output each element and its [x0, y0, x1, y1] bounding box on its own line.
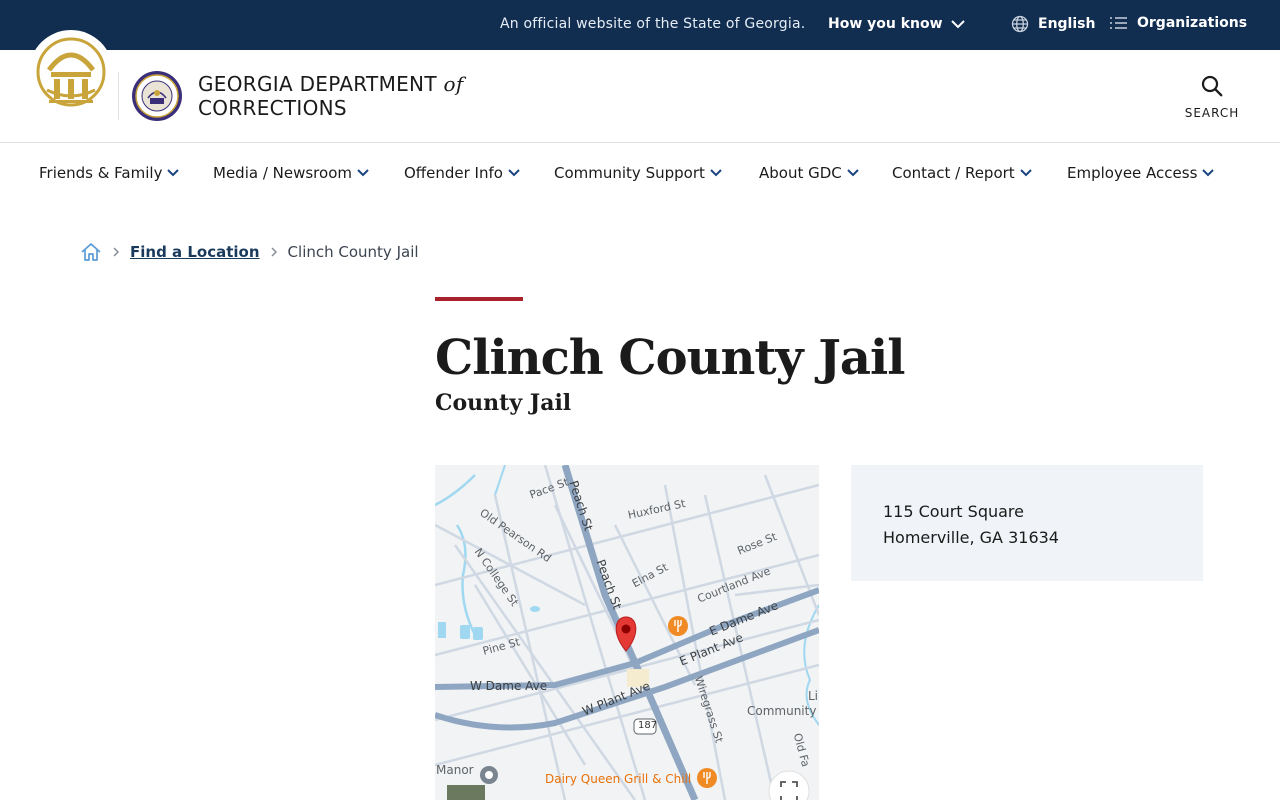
organizations-label: Organizations	[1137, 15, 1248, 31]
official-banner: An official website of the State of Geor…	[0, 0, 1280, 50]
how-you-know-label: How you know	[828, 16, 943, 32]
georgia-seal-logo[interactable]	[29, 30, 113, 114]
nav-item-label: Friends & Family	[39, 164, 163, 182]
list-icon	[1110, 17, 1127, 29]
chevron-down-icon	[710, 169, 722, 177]
nav-item-about-gdc[interactable]: About GDC	[759, 164, 859, 182]
map-label-li: Li	[808, 689, 819, 703]
nav-item-label: Community Support	[554, 164, 705, 182]
agency-name-line2: CORRECTIONS	[198, 96, 347, 120]
address-line2: Homerville, GA 31634	[883, 528, 1059, 547]
nav-item-label: About GDC	[759, 164, 842, 182]
map-label-manor: Manor	[436, 763, 474, 777]
chevron-down-icon	[508, 169, 520, 177]
agency-name[interactable]: GEORGIA DEPARTMENT of CORRECTIONS	[198, 72, 464, 120]
nav-item-community-support[interactable]: Community Support	[554, 164, 722, 182]
nav-item-offender-info[interactable]: Offender Info	[404, 164, 520, 182]
chevron-down-icon	[847, 169, 859, 177]
map-label-dairy-queen[interactable]: Dairy Queen Grill & Chill	[545, 772, 691, 786]
location-map[interactable]: Pace St Peach St Peach St Huxford St Old…	[435, 465, 819, 800]
search-button[interactable]: SEARCH	[1180, 74, 1244, 120]
agency-name-line1: GEORGIA DEPARTMENT	[198, 72, 437, 96]
nav-item-contact-report[interactable]: Contact / Report	[892, 164, 1032, 182]
nav-item-label: Offender Info	[404, 164, 503, 182]
breadcrumb-find-location-link[interactable]: Find a Location	[130, 243, 260, 261]
search-icon	[1201, 75, 1223, 97]
globe-icon	[1011, 15, 1029, 33]
nav-item-label: Contact / Report	[892, 164, 1015, 182]
main-navigation: Friends & Family Media / Newsroom Offend…	[0, 143, 1280, 205]
language-label: English	[1038, 16, 1096, 32]
chevron-right-icon	[113, 247, 120, 257]
official-website-text: An official website of the State of Geor…	[500, 16, 806, 32]
chevron-right-icon	[271, 247, 277, 257]
chevron-down-icon	[167, 169, 180, 177]
title-accent-bar	[435, 297, 523, 301]
chevron-down-icon	[1019, 169, 1032, 177]
nav-item-employee-access[interactable]: Employee Access	[1067, 164, 1215, 182]
chevron-down-icon	[1202, 169, 1215, 177]
nav-item-media-newsroom[interactable]: Media / Newsroom	[213, 164, 369, 182]
search-label: SEARCH	[1184, 106, 1240, 120]
how-you-know-button[interactable]: How you know	[828, 16, 965, 32]
home-icon[interactable]	[80, 241, 102, 263]
chevron-down-icon	[950, 19, 965, 28]
address-line1: 115 Court Square	[883, 502, 1024, 521]
page-title: Clinch County Jail	[435, 330, 905, 386]
organizations-button[interactable]: Organizations	[1109, 15, 1247, 31]
site-header: GEORGIA DEPARTMENT of CORRECTIONS SEARCH	[0, 30, 1280, 143]
address-card: 115 Court Square Homerville, GA 31634	[851, 465, 1203, 581]
georgia-capitol-seal-icon	[36, 37, 106, 107]
language-selector[interactable]: English	[1011, 15, 1095, 33]
header-divider	[118, 72, 119, 120]
nav-item-label: Employee Access	[1067, 164, 1198, 182]
gdc-seal-icon[interactable]	[131, 70, 183, 122]
map-label-community: Community	[747, 704, 817, 718]
chevron-down-icon	[357, 169, 369, 177]
agency-name-of: of	[443, 72, 464, 96]
page-subtitle: County Jail	[435, 390, 572, 416]
breadcrumb: Find a Location Clinch County Jail	[80, 241, 419, 263]
nav-item-friends-family[interactable]: Friends & Family	[39, 164, 180, 182]
map-label-route-187: 187	[638, 720, 658, 731]
map-label-w-dame-ave: W Dame Ave	[470, 679, 548, 693]
nav-item-label: Media / Newsroom	[213, 164, 352, 182]
breadcrumb-current: Clinch County Jail	[287, 243, 419, 261]
